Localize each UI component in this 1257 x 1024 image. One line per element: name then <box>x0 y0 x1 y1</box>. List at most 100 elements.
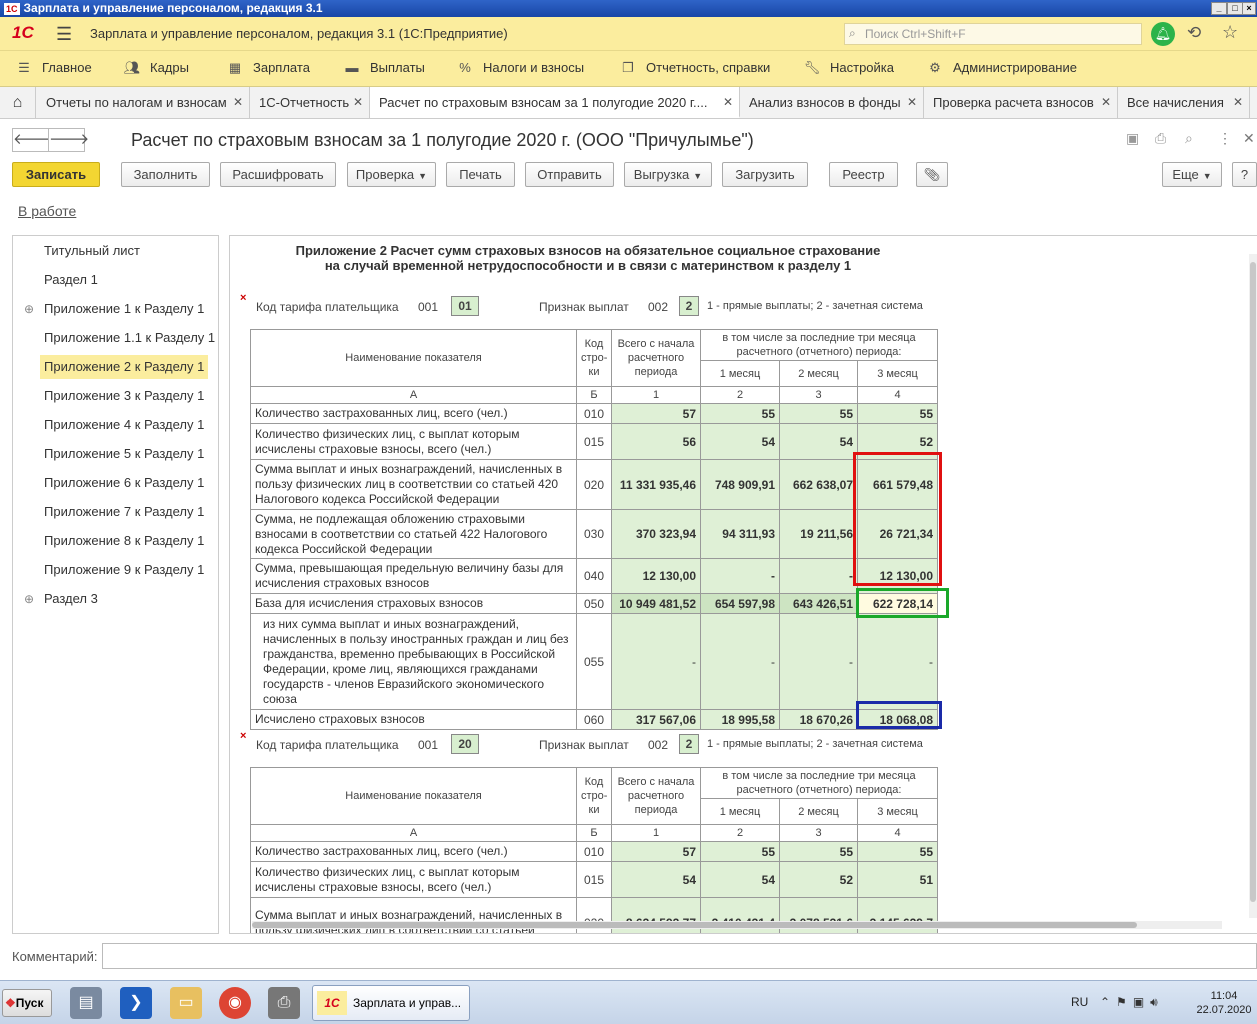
help-button[interactable]: ? <box>1232 162 1257 187</box>
section-settings[interactable]: 🔧︎ Настройка <box>802 60 894 76</box>
contributions-table-1: Наименование показателя Код стро-ки Всег… <box>250 329 938 730</box>
printer-app-icon[interactable]: ⎙ <box>268 987 300 1019</box>
back-button[interactable]: 🡐 <box>12 128 53 152</box>
close-tab-icon[interactable]: ✕ <box>723 87 733 116</box>
comment-input[interactable] <box>102 943 1257 969</box>
expand-icon[interactable]: ⊕ <box>24 297 34 321</box>
tariff-code-field[interactable]: 01 <box>451 296 479 316</box>
payment-field[interactable]: 2 <box>679 296 699 316</box>
delete-block-icon[interactable]: × <box>240 292 246 304</box>
horizontal-scrollbar[interactable] <box>252 921 1222 929</box>
preview-icon[interactable]: ⌕ <box>1185 130 1193 147</box>
close-tab-icon[interactable]: ✕ <box>233 87 243 118</box>
print-button[interactable]: Печать <box>446 162 515 187</box>
expand-icon[interactable]: ⊕ <box>24 587 34 611</box>
start-button[interactable]: ❖Пуск <box>2 989 52 1017</box>
col-header-code: Код стро-ки <box>576 767 612 825</box>
tab-funds-analysis[interactable]: Анализ взносов в фонды ✕ <box>740 87 924 118</box>
tariff-label: Код тарифа плательщика <box>256 300 399 314</box>
search-input[interactable]: ⌕ Поиск Ctrl+Shift+F <box>844 23 1142 45</box>
print-icon[interactable]: ⎙ <box>1155 130 1166 147</box>
tree-item[interactable]: Раздел 1 <box>42 268 100 292</box>
server-manager-icon[interactable]: ▤ <box>70 987 102 1019</box>
section-hr[interactable]: 👥︎ Кадры <box>122 60 189 76</box>
tree-item-selected[interactable]: Приложение 2 к Разделу 1 <box>40 355 209 379</box>
tree-item[interactable]: Приложение 3 к Разделу 1 <box>42 384 206 408</box>
document-title: Расчет по страховым взносам за 1 полугод… <box>131 130 754 150</box>
language-indicator[interactable]: RU <box>1071 995 1088 1009</box>
fill-button[interactable]: Заполнить <box>121 162 210 187</box>
section-salary[interactable]: ▦ Зарплата <box>225 60 310 76</box>
section-reports[interactable]: ❐ Отчетность, справки <box>618 60 770 76</box>
tariff-code-field[interactable]: 20 <box>451 734 479 754</box>
payment-hint: 1 - прямые выплаты; 2 - зачетная система <box>707 300 923 312</box>
tab-all-accruals[interactable]: Все начисления ✕ <box>1118 87 1250 118</box>
tab-contributions-check[interactable]: Проверка расчета взносов ✕ <box>924 87 1118 118</box>
history-icon[interactable]: ⟲ <box>1187 23 1201 43</box>
payment-label: Признак выплат <box>539 300 629 314</box>
export-button[interactable]: Выгрузка ▼ <box>624 162 712 187</box>
vertical-scrollbar[interactable] <box>1249 254 1257 918</box>
tree-item[interactable]: Приложение 8 к Разделу 1 <box>42 529 206 553</box>
close-tab-icon[interactable]: ✕ <box>1101 87 1111 118</box>
tab-insurance-report[interactable]: Расчет по страховым взносам за 1 полугод… <box>370 87 740 118</box>
scroll-thumb[interactable] <box>252 922 1137 928</box>
menu-icon[interactable]: ☰ <box>56 25 72 43</box>
report-form: Приложение 2 Расчет сумм страховых взнос… <box>229 235 1257 934</box>
wrench-icon: 🔧︎ <box>803 60 821 75</box>
payment-code-num: 002 <box>648 738 669 752</box>
attachment-icon[interactable]: 📎︎ <box>916 162 948 187</box>
close-window-button[interactable]: × <box>1242 2 1256 15</box>
save-icon[interactable]: ▣ <box>1126 130 1139 147</box>
taskbar-active-app[interactable]: 1С Зарплата и управ... <box>312 985 470 1021</box>
payment-field[interactable]: 2 <box>679 734 699 754</box>
notifications-icon[interactable]: 🔔︎ <box>1151 22 1175 46</box>
gear-icon: ⚙ <box>929 60 941 75</box>
tab-tax-reports[interactable]: Отчеты по налогам и взносам ✕ <box>37 87 250 118</box>
home-icon[interactable]: ⌂ <box>0 87 36 118</box>
close-tab-icon[interactable]: ✕ <box>1233 87 1243 118</box>
app-header: 1С ☰ Зарплата и управление персоналом, р… <box>0 17 1257 51</box>
tree-item[interactable]: Приложение 1.1 к Разделу 1 <box>42 326 217 350</box>
section-main[interactable]: ☰ Главное <box>14 60 92 76</box>
powershell-icon[interactable]: ❯ <box>120 987 152 1019</box>
tree-item[interactable]: ⊕ Раздел 3 <box>24 587 100 611</box>
close-tab-icon[interactable]: ✕ <box>907 87 917 118</box>
system-tray-icons[interactable]: ⌃⚑▣🔊︎ <box>1100 995 1164 1010</box>
tree-item[interactable]: Приложение 5 к Разделу 1 <box>42 442 206 466</box>
favorites-icon[interactable]: ☆ <box>1222 22 1238 43</box>
more-button[interactable]: Еще ▼ <box>1162 162 1222 187</box>
tree-item[interactable]: Титульный лист <box>42 239 142 263</box>
section-admin[interactable]: ⚙ Администрирование <box>925 60 1077 76</box>
tree-item[interactable]: Приложение 4 к Разделу 1 <box>42 413 206 437</box>
col-header-total: Всего с начала расчетного периода <box>611 767 701 825</box>
decode-button[interactable]: Расшифровать <box>220 162 336 187</box>
delete-block-icon[interactable]: × <box>240 730 246 742</box>
check-button[interactable]: Проверка ▼ <box>347 162 436 187</box>
forward-button[interactable]: 🡒 <box>48 128 89 152</box>
tree-item[interactable]: ⊕ Приложение 1 к Разделу 1 <box>24 297 206 321</box>
menu-icon: ☰ <box>18 60 30 75</box>
minimize-button[interactable]: _ <box>1211 2 1227 15</box>
explorer-folder-icon[interactable]: ▭ <box>170 987 202 1019</box>
sections-tree: Титульный лист Раздел 1 ⊕ Приложение 1 к … <box>12 235 219 934</box>
tree-item[interactable]: Приложение 9 к Разделу 1 <box>42 558 206 582</box>
table-row: Сумма выплат и иных вознаграждений, начи… <box>250 459 938 510</box>
tree-item[interactable]: Приложение 6 к Разделу 1 <box>42 471 206 495</box>
load-button[interactable]: Загрузить <box>722 162 808 187</box>
save-button[interactable]: Записать <box>12 162 100 187</box>
tree-item[interactable]: Приложение 7 к Разделу 1 <box>42 500 206 524</box>
status-link[interactable]: В работе <box>18 203 76 219</box>
section-taxes[interactable]: % Налоги и взносы <box>455 60 584 75</box>
chrome-icon[interactable]: ◉ <box>219 987 251 1019</box>
maximize-button[interactable]: □ <box>1227 2 1243 15</box>
scroll-thumb[interactable] <box>1250 262 1256 902</box>
close-doc-icon[interactable]: ✕ <box>1243 130 1255 147</box>
tab-1c-reporting[interactable]: 1С-Отчетность ✕ <box>250 87 370 118</box>
clock[interactable]: 11:04 22.07.2020 <box>1195 989 1253 1017</box>
send-button[interactable]: Отправить <box>525 162 614 187</box>
more-options-icon[interactable]: ⋮ <box>1218 130 1232 147</box>
section-payments[interactable]: ▬ Выплаты <box>342 60 425 75</box>
registry-button[interactable]: Реестр <box>829 162 898 187</box>
close-tab-icon[interactable]: ✕ <box>353 87 363 118</box>
